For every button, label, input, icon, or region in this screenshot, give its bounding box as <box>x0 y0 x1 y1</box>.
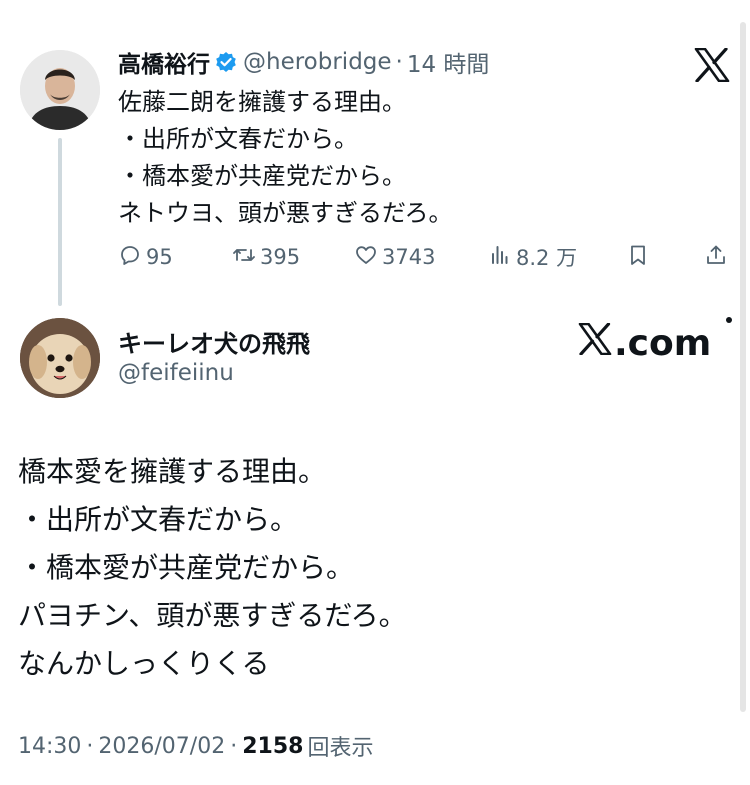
body-line: ・出所が文春だから。 <box>118 125 358 153</box>
bookmark-icon <box>626 243 654 272</box>
separator: · <box>395 49 403 75</box>
timestamp[interactable]: 14 時間 <box>407 45 490 79</box>
x-logo-icon <box>578 321 614 364</box>
body-line: 佐藤二朗を擁護する理由。 <box>118 88 406 116</box>
separator: · <box>86 733 94 759</box>
retweet-icon <box>232 243 260 272</box>
views-count: 8.2 万 <box>516 246 578 270</box>
body-line: ・橋本愛が共産党だから。 <box>118 162 406 190</box>
body-line: ネトウヨ、頭が悪すぎるだろ。 <box>118 199 453 227</box>
tweet-actions-bar: 95 395 3743 8.2 万 <box>118 240 732 274</box>
brand-label: .com <box>614 322 712 364</box>
tweet-date[interactable]: 2026/07/02 <box>98 734 225 759</box>
x-logo-icon <box>694 47 730 83</box>
quoted-tweet-body: 佐藤二朗を擁護する理由。 ・出所が文春だから。 ・橋本愛が共産党だから。 ネトウ… <box>118 84 453 232</box>
like-count: 3743 <box>382 245 436 269</box>
tweet-metadata: 14:30 · 2026/07/02 · 2158 回表示 <box>18 730 373 762</box>
body-line: 橋本愛を擁護する理由。 <box>18 455 327 488</box>
views-button[interactable]: 8.2 万 <box>488 240 577 274</box>
like-icon <box>354 243 382 272</box>
retweet-button[interactable]: 395 <box>232 240 300 274</box>
tweet-body: 橋本愛を擁護する理由。 ・出所が文春だから。 ・橋本愛が共産党だから。 パヨチン… <box>18 448 407 688</box>
thread-connector-line <box>58 138 62 306</box>
separator: · <box>230 733 238 759</box>
tweet-views-count: 2158 <box>242 733 304 759</box>
x-com-logo: .com <box>578 321 712 364</box>
decorative-dot <box>726 317 732 323</box>
body-line: ・出所が文春だから。 <box>18 503 299 536</box>
like-button[interactable]: 3743 <box>354 240 435 274</box>
share-button[interactable] <box>704 240 732 274</box>
avatar-feifeiinu[interactable] <box>20 318 100 398</box>
handle[interactable]: @feifeiinu <box>118 360 234 386</box>
tweet-views-label: 回表示 <box>307 736 374 761</box>
scrollbar[interactable] <box>740 22 746 712</box>
body-line: なんかしっくりくる <box>18 647 270 680</box>
reply-icon <box>118 243 146 272</box>
body-line: パヨチン、頭が悪すぎるだろ。 <box>18 599 407 632</box>
share-icon <box>704 243 732 272</box>
views-icon <box>488 243 516 272</box>
avatar-herobridge[interactable] <box>20 50 100 130</box>
body-line: ・橋本愛が共産党だから。 <box>18 551 355 584</box>
verified-badge-icon <box>215 51 237 73</box>
reply-button[interactable]: 95 <box>118 240 173 274</box>
retweet-count: 395 <box>260 245 301 269</box>
display-name[interactable]: 高橋裕行 <box>118 45 210 79</box>
reply-count: 95 <box>146 245 173 269</box>
quoted-tweet-header: 高橋裕行 @herobridge · 14 時間 <box>118 44 489 80</box>
display-name[interactable]: キーレオ犬の飛飛 <box>118 324 310 359</box>
bookmark-button[interactable] <box>626 240 654 274</box>
handle[interactable]: @herobridge <box>243 49 392 75</box>
tweet-time[interactable]: 14:30 <box>18 734 81 759</box>
